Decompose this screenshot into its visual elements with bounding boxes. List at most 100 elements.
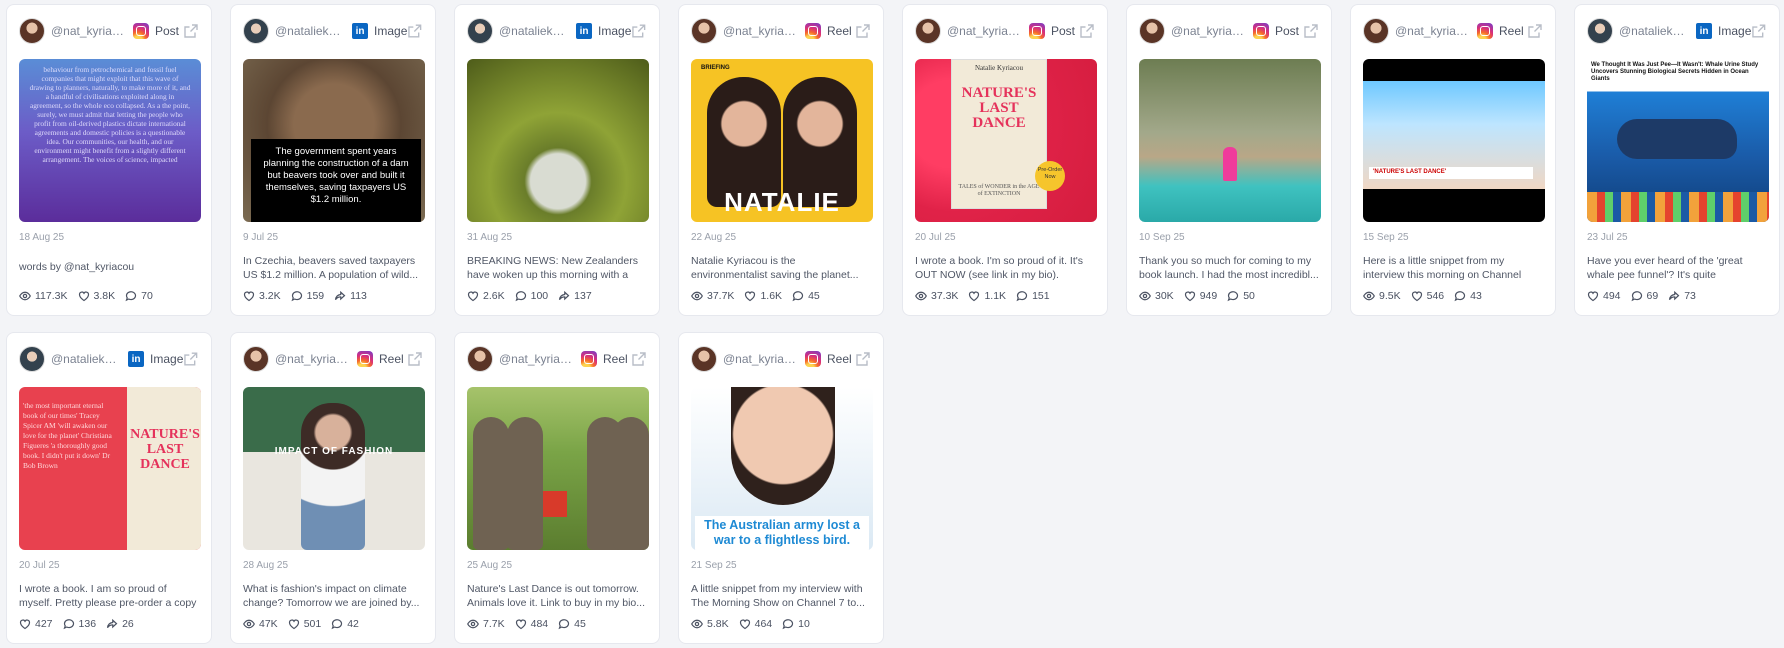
post-card[interactable]: @nat_kyriacou Reel 25 Aug 25 Nature's La… (454, 332, 660, 644)
post-card[interactable]: @nat_kyriacou Post 10 Sep 25 Thank you s… (1126, 4, 1332, 316)
instagram-icon (805, 351, 821, 367)
post-thumbnail[interactable] (467, 59, 649, 222)
stat-comments: 100 (515, 290, 548, 302)
post-thumbnail[interactable]: IMPACT OF FASHION (243, 387, 425, 550)
post-stats: 30K 949 50 (1139, 290, 1255, 302)
post-thumbnail[interactable] (1139, 59, 1321, 222)
card-header: @nat_kyriacou Post (19, 17, 199, 45)
comment-icon (792, 291, 804, 302)
post-card[interactable]: @nataliekyr... in Image The government s… (230, 4, 436, 316)
post-type: Reel (603, 352, 628, 366)
stat-views: 7.7K (467, 618, 505, 630)
post-thumbnail[interactable]: behaviour from petrochemical and fossil … (19, 59, 201, 222)
post-thumbnail[interactable]: Natalie Kyriacou NATURE'S LAST DANCE TALES… (915, 59, 1097, 222)
external-link-icon[interactable] (407, 351, 423, 367)
comment-icon (331, 619, 343, 630)
donkey-figure (507, 417, 543, 550)
stat-comments: 45 (792, 290, 820, 302)
post-thumbnail[interactable]: We Thought It Was Just Pee—It Wasn't: Wh… (1587, 59, 1769, 222)
post-card[interactable]: @nataliekyr... in Image 'the most import… (6, 332, 212, 644)
avatar[interactable] (1363, 18, 1389, 44)
post-caption: I wrote a book. I am so proud of myself.… (19, 583, 197, 609)
heart-icon (969, 291, 980, 302)
external-link-icon[interactable] (407, 23, 423, 39)
person-figure (1223, 147, 1237, 181)
avatar[interactable] (19, 346, 45, 372)
external-link-icon[interactable] (1751, 23, 1767, 39)
post-thumbnail[interactable]: The government spent years planning the … (243, 59, 425, 222)
tv-lower-third: 'NATURE'S LAST DANCE' (1369, 167, 1533, 179)
post-thumbnail[interactable] (467, 387, 649, 550)
account-handle[interactable]: @nataliekyr... (499, 24, 570, 38)
instagram-icon (805, 23, 821, 39)
account-handle[interactable]: @nat_kyriacou (51, 24, 127, 38)
account-handle[interactable]: @nat_kyriacou (499, 352, 575, 366)
post-card[interactable]: @nat_kyriacou Post behaviour from petroc… (6, 4, 212, 316)
card-header: @nat_kyriacou Post (915, 17, 1095, 45)
external-link-icon[interactable] (183, 351, 199, 367)
stat-value: 69 (1646, 290, 1659, 302)
avatar[interactable] (19, 18, 45, 44)
external-link-icon[interactable] (1303, 23, 1319, 39)
avatar[interactable] (1139, 18, 1165, 44)
stat-value: 26 (122, 618, 134, 630)
external-link-icon[interactable] (1527, 23, 1543, 39)
account-handle[interactable]: @nat_kyriacou (1171, 24, 1247, 38)
heart-icon (1411, 291, 1422, 302)
book-figure (543, 491, 567, 517)
avatar[interactable] (467, 346, 493, 372)
stat-value: 501 (303, 618, 322, 630)
post-thumbnail[interactable]: 'NATURE'S LAST DANCE' (1363, 59, 1545, 222)
account-handle[interactable]: @nataliekyr... (1619, 24, 1690, 38)
account-handle[interactable]: @nataliekyr... (275, 24, 346, 38)
post-type: Post (1275, 24, 1300, 38)
avatar[interactable] (691, 346, 717, 372)
account-handle[interactable]: @nat_kyriacou (275, 352, 351, 366)
post-card[interactable]: @nataliekyr... in Image We Thought It Wa… (1574, 4, 1780, 316)
book-author: Natalie Kyriacou (974, 64, 1023, 72)
post-caption: In Czechia, beavers saved taxpayers US $… (243, 255, 419, 281)
post-card[interactable]: @nat_kyriacou Reel BRIEFING NATALIE 22 Au… (678, 4, 884, 316)
post-date: 20 Jul 25 (915, 232, 956, 243)
book-title: NATURE'S LAST DANCE (961, 85, 1037, 131)
stat-views: 5.8K (691, 618, 729, 630)
eye-icon (1363, 291, 1375, 301)
eye-icon (1139, 291, 1151, 301)
post-thumbnail[interactable]: BRIEFING NATALIE (691, 59, 873, 222)
external-link-icon[interactable] (855, 23, 871, 39)
avatar[interactable] (691, 18, 717, 44)
post-card[interactable]: @nataliekyr... in Image 31 Aug 25 BREAKI… (454, 4, 660, 316)
avatar[interactable] (915, 18, 941, 44)
avatar[interactable] (243, 18, 269, 44)
post-type: Image (1718, 24, 1752, 38)
post-caption: BREAKING NEWS: New Zealanders have woken… (467, 255, 638, 281)
post-card[interactable]: @nat_kyriacou Reel IMPACT OF FASHION 28 … (230, 332, 436, 644)
avatar[interactable] (467, 18, 493, 44)
account-handle[interactable]: @nat_kyriacou (723, 24, 799, 38)
post-type: Post (1051, 24, 1076, 38)
external-link-icon[interactable] (855, 351, 871, 367)
external-link-icon[interactable] (1079, 23, 1095, 39)
stat-value: 45 (574, 618, 586, 630)
image-text: IMPACT OF FASHION (274, 446, 394, 457)
stat-likes: 464 (739, 618, 772, 630)
avatar[interactable] (243, 346, 269, 372)
account-handle[interactable]: @nataliekyr... (51, 352, 122, 366)
post-thumbnail[interactable]: 'the most important eternal book of our … (19, 387, 201, 550)
external-link-icon[interactable] (631, 351, 647, 367)
post-card[interactable]: @nat_kyriacou Reel 'NATURE'S LAST DANCE'… (1350, 4, 1556, 316)
external-link-icon[interactable] (631, 23, 647, 39)
post-thumbnail[interactable]: The Australian army lost a war to a flig… (691, 387, 873, 550)
avatar[interactable] (1587, 18, 1613, 44)
whale-figure (1617, 119, 1737, 159)
account-handle[interactable]: @nat_kyriacou (947, 24, 1023, 38)
external-link-icon[interactable] (183, 23, 199, 39)
account-handle[interactable]: @nat_kyriacou (1395, 24, 1471, 38)
post-stats: 7.7K 484 45 (467, 618, 586, 630)
account-handle[interactable]: @nat_kyriacou (723, 352, 799, 366)
donkey-figure (473, 417, 509, 550)
person-figure (301, 403, 365, 550)
stat-value: 117.3K (35, 290, 68, 302)
post-card[interactable]: @nat_kyriacou Reel The Australian army l… (678, 332, 884, 644)
post-card[interactable]: @nat_kyriacou Post Natalie Kyriacou NATUR… (902, 4, 1108, 316)
